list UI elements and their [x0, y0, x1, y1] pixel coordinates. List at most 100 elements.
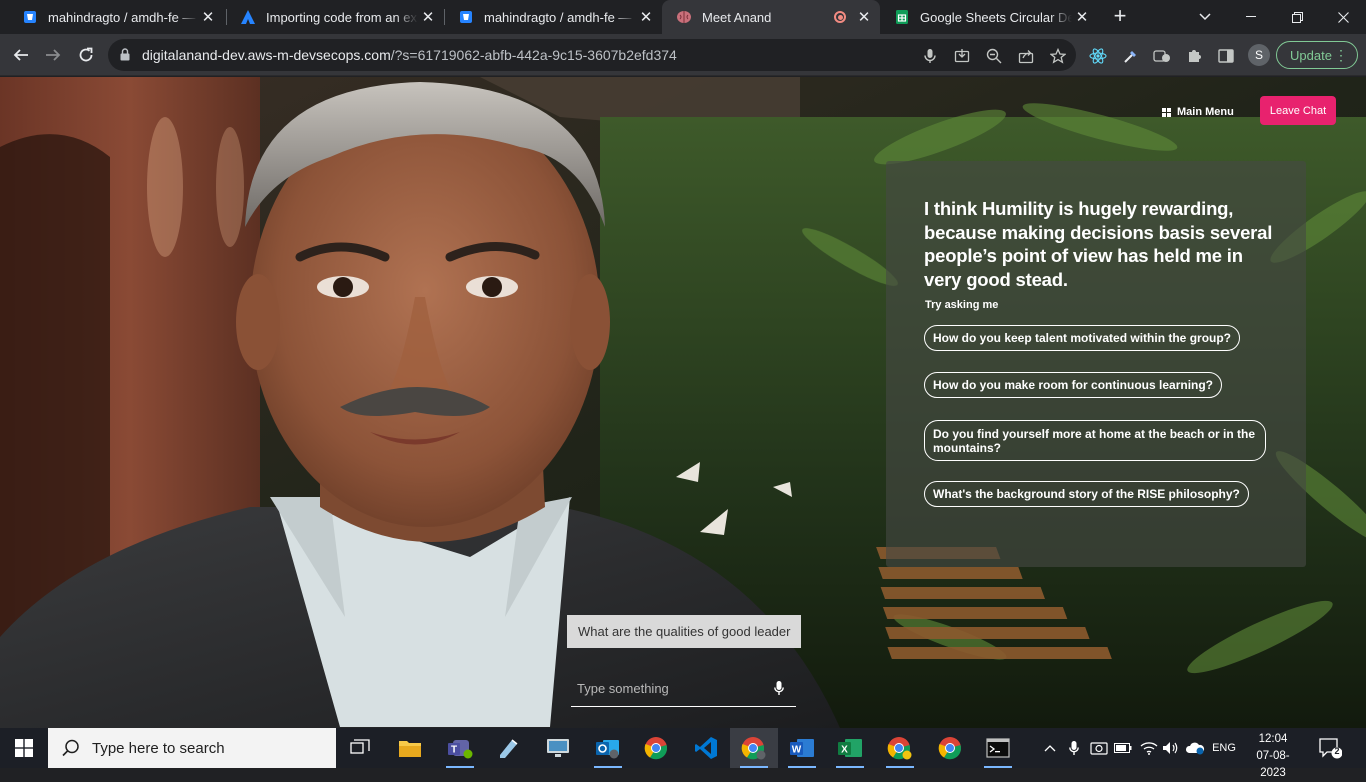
- try-asking-label: Try asking me: [925, 299, 999, 311]
- remote-desktop-icon[interactable]: [534, 728, 582, 768]
- tab-title: mahindragto / amdh-fe — Bitbucket: [484, 9, 636, 25]
- battery-icon[interactable]: [1112, 728, 1134, 768]
- brain-icon: [676, 9, 692, 25]
- close-icon[interactable]: ✕: [636, 8, 656, 26]
- restore-button[interactable]: [1274, 0, 1320, 34]
- bookmark-star-icon[interactable]: [1049, 47, 1067, 65]
- grid-icon: [1162, 107, 1171, 117]
- close-icon[interactable]: ✕: [1072, 8, 1092, 26]
- chrome-profile-icon[interactable]: [730, 728, 778, 768]
- bitbucket-icon: [458, 9, 474, 25]
- microphone-tray-icon[interactable]: [1064, 728, 1084, 768]
- chat-input[interactable]: [571, 678, 761, 698]
- excel-icon[interactable]: X: [826, 728, 874, 768]
- onedrive-icon[interactable]: [1184, 728, 1206, 768]
- windows-logo-icon: [15, 739, 33, 757]
- install-app-icon[interactable]: [953, 47, 971, 65]
- tab-title: Importing code from an existing project: [266, 9, 418, 25]
- close-icon[interactable]: ✕: [854, 8, 874, 26]
- notes-app-icon[interactable]: [484, 728, 532, 768]
- eyedropper-icon[interactable]: [1121, 46, 1141, 66]
- volume-icon[interactable]: [1160, 728, 1182, 768]
- chat-input-area: [571, 672, 796, 707]
- zoom-icon[interactable]: [985, 47, 1003, 65]
- teams-icon[interactable]: T: [436, 728, 484, 768]
- suggestion-chip[interactable]: What's the background story of the RISE …: [924, 481, 1249, 507]
- tab-meet-anand[interactable]: Meet Anand ✕: [662, 0, 880, 34]
- recording-icon: [834, 11, 846, 23]
- extension-icon[interactable]: [1152, 46, 1172, 66]
- close-icon[interactable]: ✕: [418, 8, 438, 26]
- task-view-icon[interactable]: [336, 728, 384, 768]
- clock-date: 07-08-2023: [1256, 750, 1290, 779]
- tab-title: mahindragto / amdh-fe — Bitbucket: [48, 9, 198, 25]
- tab-bitbucket-2[interactable]: mahindragto / amdh-fe — Bitbucket ✕: [444, 0, 662, 34]
- clock-time: 12:04: [1258, 733, 1288, 745]
- microphone-icon[interactable]: [774, 680, 784, 701]
- vscode-icon[interactable]: [682, 728, 730, 768]
- search-placeholder: Type here to search: [92, 739, 225, 757]
- suggestion-chip[interactable]: How do you keep talent motivated within …: [924, 325, 1241, 351]
- user-message-bubble: What are the qualities of good leader: [567, 615, 801, 648]
- tab-search-icon[interactable]: [1182, 0, 1228, 34]
- chat-response-panel: I think Humility is hugely rewarding, be…: [886, 161, 1306, 567]
- notification-center-icon[interactable]: 2: [1318, 736, 1343, 760]
- main-menu-button[interactable]: Main Menu: [1162, 104, 1234, 120]
- minimize-button[interactable]: [1228, 0, 1274, 34]
- chrome-icon[interactable]: [926, 728, 974, 768]
- svg-text:T: T: [451, 745, 457, 756]
- close-icon[interactable]: ✕: [198, 8, 218, 26]
- tab-atlassian[interactable]: Importing code from an existing project …: [226, 0, 444, 34]
- tab-bitbucket-1[interactable]: mahindragto / amdh-fe — Bitbucket ✕: [8, 0, 224, 34]
- lock-icon[interactable]: [120, 48, 130, 66]
- tab-strip: mahindragto / amdh-fe — Bitbucket ✕ Impo…: [0, 0, 1366, 34]
- bitbucket-icon: [22, 9, 38, 25]
- share-icon[interactable]: [1017, 47, 1035, 65]
- address-bar[interactable]: digitalanand-dev.aws-m-devsecops.com/?s=…: [108, 39, 1076, 71]
- tab-google-sheets[interactable]: Google Sheets Circular Dependency ✕: [880, 0, 1098, 34]
- word-icon[interactable]: W: [778, 728, 826, 768]
- search-icon: [62, 739, 79, 757]
- svg-text:X: X: [841, 745, 848, 756]
- leave-chat-button[interactable]: Leave Chat: [1260, 96, 1336, 125]
- extensions-puzzle-icon[interactable]: [1184, 46, 1204, 66]
- reload-button[interactable]: [73, 42, 99, 68]
- url-text[interactable]: digitalanand-dev.aws-m-devsecops.com/?s=…: [142, 47, 677, 63]
- profile-avatar[interactable]: S: [1248, 44, 1270, 66]
- tab-title: Meet Anand: [702, 9, 772, 25]
- notification-count: 2: [1334, 746, 1340, 756]
- forward-button[interactable]: [40, 42, 66, 68]
- tab-title: Google Sheets Circular Dependency: [920, 9, 1072, 25]
- outlook-icon[interactable]: [584, 728, 632, 768]
- language-indicator[interactable]: ENG: [1210, 728, 1238, 768]
- page-viewport: Main Menu Leave Chat I think Humility is…: [0, 77, 1366, 728]
- show-hidden-icons-icon[interactable]: [1040, 728, 1060, 768]
- start-button[interactable]: [0, 728, 48, 768]
- suggestion-chip[interactable]: Do you find yourself more at home at the…: [924, 420, 1266, 461]
- main-menu-label: Main Menu: [1177, 106, 1234, 118]
- wifi-icon[interactable]: [1138, 728, 1160, 768]
- file-explorer-icon[interactable]: [386, 728, 434, 768]
- chrome-work-icon[interactable]: [876, 728, 924, 768]
- browser-toolbar: digitalanand-dev.aws-m-devsecops.com/?s=…: [0, 34, 1366, 76]
- microphone-icon[interactable]: [921, 47, 939, 65]
- sheets-icon: [894, 9, 910, 25]
- terminal-icon[interactable]: [974, 728, 1022, 768]
- suggestion-chip[interactable]: How do you make room for continuous lear…: [924, 372, 1223, 398]
- close-window-button[interactable]: [1320, 0, 1366, 34]
- more-menu-icon[interactable]: ⋮: [1334, 46, 1348, 64]
- chrome-icon[interactable]: [632, 728, 680, 768]
- windows-taskbar: Type here to search T W X ENG 12:04 07-0…: [0, 728, 1366, 779]
- back-button[interactable]: [8, 42, 34, 68]
- answer-text: I think Humility is hugely rewarding, be…: [924, 198, 1273, 290]
- system-clock[interactable]: 12:04 07-08-2023: [1244, 731, 1302, 782]
- update-label: Update: [1290, 47, 1332, 63]
- react-devtools-icon[interactable]: [1088, 46, 1108, 66]
- camera-tray-icon[interactable]: [1088, 728, 1110, 768]
- new-tab-button[interactable]: +: [1108, 4, 1132, 28]
- taskbar-search-box[interactable]: Type here to search: [48, 728, 336, 768]
- atlassian-icon: [240, 9, 256, 25]
- svg-text:W: W: [792, 745, 802, 756]
- side-panel-icon[interactable]: [1216, 46, 1236, 66]
- update-button[interactable]: Update ⋮: [1276, 41, 1358, 69]
